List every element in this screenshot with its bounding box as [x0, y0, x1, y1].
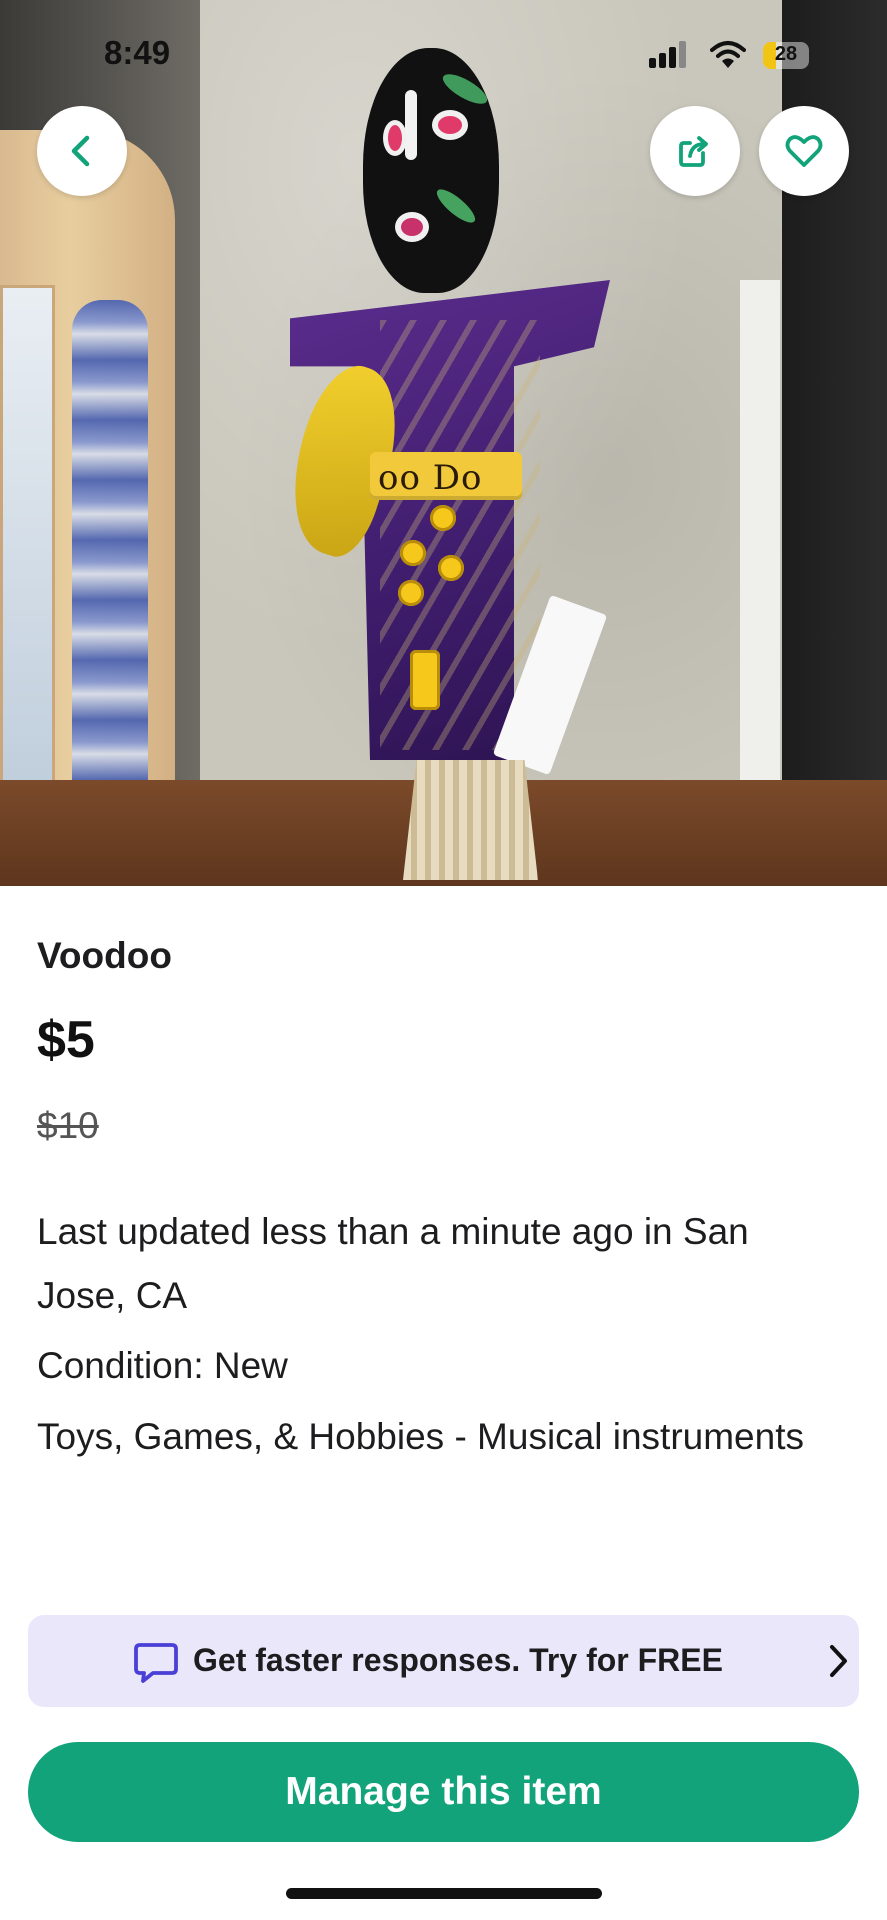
heart-icon — [785, 135, 823, 167]
share-button[interactable] — [650, 106, 740, 196]
chevron-left-icon — [71, 135, 90, 167]
doll-charm — [400, 540, 426, 566]
listing-price: $5 — [37, 1011, 95, 1069]
battery-level: 28 — [774, 43, 798, 65]
doll-charm — [438, 555, 464, 581]
manage-item-button[interactable]: Manage this item — [28, 1742, 859, 1842]
battery-icon: 28 — [763, 42, 809, 69]
listing-photo[interactable]: oo Do — [0, 0, 887, 886]
doll-charm — [430, 505, 456, 531]
share-icon — [679, 136, 708, 167]
photo-right-panel — [740, 280, 780, 800]
doll-robe-pattern — [380, 320, 540, 750]
listing-original-price: $10 — [37, 1105, 99, 1146]
listing-title: Voodoo — [37, 935, 172, 976]
doll-sash-text: oo Do — [378, 458, 483, 498]
listing-condition: Condition: New — [37, 1345, 288, 1386]
home-indicator[interactable] — [286, 1888, 602, 1899]
doll-eye — [432, 110, 468, 140]
favorite-button[interactable] — [759, 106, 849, 196]
promo-text: Get faster responses. Try for FREE — [193, 1642, 723, 1678]
doll-face-stripe — [405, 90, 417, 160]
doll-eye — [383, 120, 407, 156]
listing-category: Toys, Games, & Hobbies - Musical instrum… — [37, 1416, 804, 1457]
listing-last-updated: Last updated less than a minute ago in S… — [37, 1211, 749, 1316]
doll-mouth — [395, 212, 429, 242]
doll-head — [363, 48, 499, 293]
manage-item-label: Manage this item — [285, 1770, 602, 1813]
cellular-signal-icon — [645, 40, 686, 74]
status-indicators: 28 — [645, 40, 815, 74]
doll-charm — [398, 580, 424, 606]
promo-banner[interactable]: Get faster responses. Try for FREE — [28, 1615, 859, 1707]
status-time: 8:49 — [104, 34, 171, 71]
doll-charm — [410, 650, 440, 710]
chat-bubble-icon — [134, 1643, 178, 1683]
back-button[interactable] — [37, 106, 127, 196]
chevron-right-icon — [830, 1645, 847, 1677]
wifi-icon — [710, 41, 746, 68]
doll-straw-skirt — [403, 760, 538, 880]
